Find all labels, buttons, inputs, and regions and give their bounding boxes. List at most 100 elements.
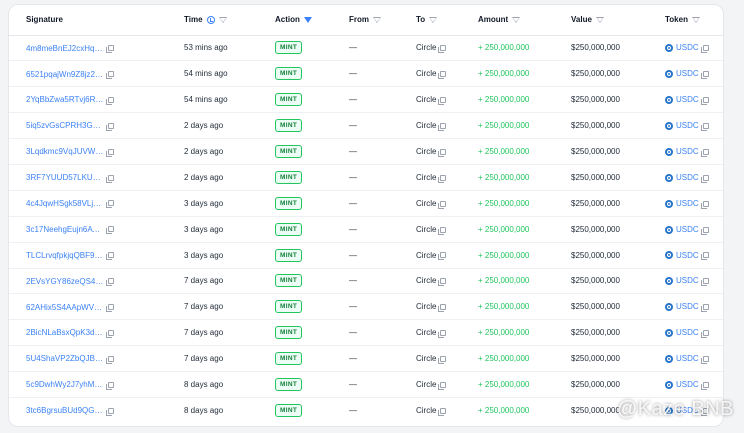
copy-icon[interactable] <box>106 45 114 54</box>
table-row[interactable]: 6521pqajWn9Z8jz2u… 54 mins ago MINT — Circle… <box>9 60 723 88</box>
copy-icon[interactable] <box>106 122 114 131</box>
signature-link[interactable]: 4m8meBnEJ2cxHqA… <box>26 44 104 53</box>
filter-icon[interactable] <box>303 17 312 24</box>
copy-icon[interactable] <box>106 96 114 105</box>
clock-icon[interactable] <box>206 16 215 25</box>
table-row[interactable]: 3c17NeehgEujn6AT… 3 days ago MINT — Circle + … <box>9 216 723 243</box>
copy-icon[interactable] <box>700 304 709 313</box>
to-link[interactable]: Circle <box>416 380 436 389</box>
filter-icon[interactable] <box>373 17 381 24</box>
signature-link[interactable]: 3tc6BgrsuBUd9QGF8… <box>26 406 104 415</box>
to-link[interactable]: Circle <box>416 147 436 156</box>
copy-icon[interactable] <box>438 330 447 339</box>
copy-icon[interactable] <box>438 356 447 365</box>
copy-icon[interactable] <box>106 252 114 261</box>
table-row[interactable]: 62AHix5S4AApWV4J… 7 days ago MINT — Circle + … <box>9 293 723 321</box>
table-row[interactable]: 3RF7YUUD57LKU4M… 2 days ago MINT — Circle + 2… <box>9 164 723 191</box>
to-link[interactable]: Circle <box>416 121 436 130</box>
signature-link[interactable]: 3RF7YUUD57LKU4M… <box>26 173 104 182</box>
copy-icon[interactable] <box>700 123 709 131</box>
to-link[interactable]: Circle <box>416 302 436 311</box>
table-row[interactable]: TLCLrvqfpkjqQBF9L4… 3 days ago MINT — Circle… <box>9 242 723 269</box>
copy-icon[interactable] <box>106 329 114 338</box>
copy-icon[interactable] <box>700 252 709 261</box>
to-link[interactable]: Circle <box>416 251 436 260</box>
signature-link[interactable]: TLCLrvqfpkjqQBF9L4… <box>26 251 104 260</box>
copy-icon[interactable] <box>438 381 447 390</box>
copy-icon[interactable] <box>700 381 709 390</box>
copy-icon[interactable] <box>438 252 447 261</box>
to-link[interactable]: Circle <box>416 173 436 182</box>
filter-icon[interactable] <box>512 17 521 24</box>
copy-icon[interactable] <box>438 148 447 157</box>
token-link[interactable]: USDC <box>676 147 699 156</box>
copy-icon[interactable] <box>106 278 114 287</box>
to-link[interactable]: Circle <box>416 43 436 52</box>
table-row[interactable]: 2EVsYGY86zeQS4jm… 7 days ago MINT — Circle + … <box>9 268 723 295</box>
table-row[interactable]: 4c4JqwHSgk58VLjW… 3 days ago MINT — Circle + … <box>9 190 723 217</box>
filter-icon[interactable] <box>691 17 700 24</box>
filter-icon[interactable] <box>595 17 604 24</box>
table-row[interactable]: 2YqBbZwa5RTvj6ReL… 54 mins ago MINT — Circle… <box>9 86 723 114</box>
token-link[interactable]: USDC <box>676 225 699 234</box>
token-link[interactable]: USDC <box>676 95 699 104</box>
signature-link[interactable]: 5U4ShaVP2ZbQJBed… <box>26 354 104 363</box>
table-row[interactable]: 5iq5zvGsCPRH3GVC… 2 days ago MINT — Circle + … <box>9 112 723 140</box>
token-link[interactable]: USDC <box>676 354 699 363</box>
signature-link[interactable]: 2BicNLaBsxQpK3dcx… <box>26 328 104 337</box>
signature-link[interactable]: 4c4JqwHSgk58VLjW… <box>26 199 104 208</box>
table-row[interactable]: 4m8meBnEJ2cxHqA… 53 mins ago MINT — Circle + … <box>9 35 723 62</box>
copy-icon[interactable] <box>438 71 447 80</box>
signature-link[interactable]: 3Lqdkmc9VqJUVWC… <box>26 147 104 156</box>
signature-link[interactable]: 2EVsYGY86zeQS4jm… <box>26 277 104 286</box>
token-link[interactable]: USDC <box>676 69 699 78</box>
copy-icon[interactable] <box>106 381 114 390</box>
token-link[interactable]: USDC <box>676 328 699 337</box>
copy-icon[interactable] <box>438 278 447 287</box>
table-row[interactable]: 5c9DwhWy2J7yhMm… 8 days ago MINT — Circle + 2… <box>9 371 723 398</box>
copy-icon[interactable] <box>106 200 114 209</box>
copy-icon[interactable] <box>438 174 447 183</box>
table-row[interactable]: 2BicNLaBsxQpK3dcx… 7 days ago MINT — Circle +… <box>9 319 723 347</box>
copy-icon[interactable] <box>700 174 709 183</box>
token-link[interactable]: USDC <box>676 302 699 311</box>
to-link[interactable]: Circle <box>416 225 436 234</box>
filter-icon[interactable] <box>429 17 438 24</box>
copy-icon[interactable] <box>106 148 114 157</box>
signature-link[interactable]: 6521pqajWn9Z8jz2u… <box>26 70 104 79</box>
signature-link[interactable]: 62AHix5S4AApWV4J… <box>26 303 104 312</box>
to-link[interactable]: Circle <box>416 406 436 415</box>
to-link[interactable]: Circle <box>416 354 436 363</box>
copy-icon[interactable] <box>438 200 447 209</box>
signature-link[interactable]: 2YqBbZwa5RTvj6ReL… <box>26 95 104 104</box>
copy-icon[interactable] <box>106 226 114 235</box>
filter-icon[interactable] <box>218 17 227 24</box>
copy-icon[interactable] <box>700 45 709 54</box>
token-link[interactable]: USDC <box>676 251 699 260</box>
copy-icon[interactable] <box>438 408 447 417</box>
copy-icon[interactable] <box>438 45 447 54</box>
copy-icon[interactable] <box>106 304 114 313</box>
copy-icon[interactable] <box>106 355 114 364</box>
copy-icon[interactable] <box>700 71 709 80</box>
token-link[interactable]: USDC <box>676 121 699 130</box>
copy-icon[interactable] <box>700 200 709 209</box>
table-row[interactable]: 5U4ShaVP2ZbQJBed… 7 days ago MINT — Circle + … <box>9 345 723 373</box>
copy-icon[interactable] <box>700 330 709 339</box>
signature-link[interactable]: 5iq5zvGsCPRH3GVC… <box>26 121 104 130</box>
copy-icon[interactable] <box>106 407 114 416</box>
copy-icon[interactable] <box>700 97 709 106</box>
to-link[interactable]: Circle <box>416 69 436 78</box>
to-link[interactable]: Circle <box>416 199 436 208</box>
token-link[interactable]: USDC <box>676 173 699 182</box>
signature-link[interactable]: 3c17NeehgEujn6AT… <box>26 225 104 234</box>
copy-icon[interactable] <box>438 97 447 106</box>
to-link[interactable]: Circle <box>416 328 436 337</box>
copy-icon[interactable] <box>700 278 709 287</box>
copy-icon[interactable] <box>438 304 447 313</box>
copy-icon[interactable] <box>438 226 447 235</box>
copy-icon[interactable] <box>106 174 114 183</box>
table-row[interactable]: 3Lqdkmc9VqJUVWC… 2 days ago MINT — Circle + 2… <box>9 138 723 165</box>
copy-icon[interactable] <box>438 123 447 131</box>
token-link[interactable]: USDC <box>676 380 699 389</box>
